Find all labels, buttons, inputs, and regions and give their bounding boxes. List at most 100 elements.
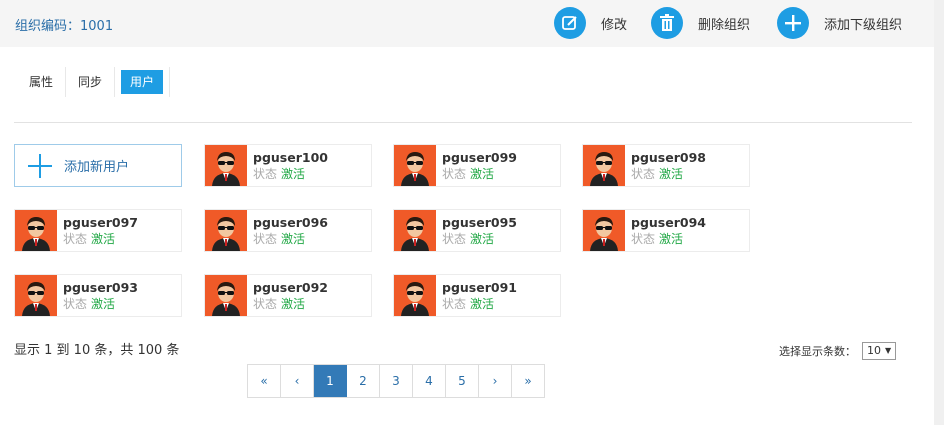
user-avatar-icon <box>205 145 247 186</box>
user-status: 状态 激活 <box>631 231 706 247</box>
user-status: 状态 激活 <box>63 296 138 312</box>
status-label: 状态 <box>442 167 467 181</box>
edit-label: 修改 <box>601 17 628 33</box>
user-card[interactable]: pguser096 状态 激活 <box>204 209 372 252</box>
user-status: 状态 激活 <box>253 231 328 247</box>
tab-properties[interactable]: 属性 <box>17 68 65 96</box>
add-sub-org-button[interactable]: 添加下级组织 <box>777 7 902 39</box>
status-label: 状态 <box>442 297 467 311</box>
user-info: pguser093 状态 激活 <box>63 275 138 316</box>
status-value: 激活 <box>659 167 684 181</box>
add-sub-org-label: 添加下级组织 <box>824 17 903 33</box>
status-value: 激活 <box>281 297 306 311</box>
user-card[interactable]: pguser097 状态 激活 <box>14 209 182 252</box>
status-value: 激活 <box>470 297 495 311</box>
status-label: 状态 <box>253 297 278 311</box>
user-avatar-icon <box>15 210 57 251</box>
plus-icon <box>777 7 809 39</box>
status-label: 状态 <box>253 232 278 246</box>
status-label: 状态 <box>63 297 88 311</box>
delete-org-label: 删除组织 <box>698 17 751 33</box>
user-name: pguser091 <box>442 280 517 295</box>
page-size-value: 10 <box>867 344 881 357</box>
user-status: 状态 激活 <box>442 166 517 182</box>
user-avatar-icon <box>15 275 57 316</box>
section-divider <box>14 122 912 123</box>
user-name: pguser096 <box>253 215 328 230</box>
page-size-control: 选择显示条数： 10 ▼ <box>779 342 897 360</box>
status-label: 状态 <box>442 232 467 246</box>
user-card[interactable]: pguser095 状态 激活 <box>393 209 561 252</box>
user-card[interactable]: pguser092 状态 激活 <box>204 274 372 317</box>
status-value: 激活 <box>91 297 116 311</box>
page-prev-button[interactable]: ‹ <box>281 365 314 397</box>
status-label: 状态 <box>63 232 88 246</box>
org-code: 组织编码：1001 <box>15 19 114 34</box>
page-first-button[interactable]: « <box>248 365 281 397</box>
user-info: pguser098 状态 激活 <box>631 145 706 186</box>
tab-divider <box>169 67 171 97</box>
user-avatar-icon <box>394 145 436 186</box>
user-name: pguser095 <box>442 215 517 230</box>
status-value: 激活 <box>281 167 306 181</box>
user-name: pguser097 <box>63 215 138 230</box>
status-value: 激活 <box>470 167 495 181</box>
tab-sync[interactable]: 同步 <box>66 68 114 96</box>
user-status: 状态 激活 <box>442 296 517 312</box>
user-status: 状态 激活 <box>63 231 138 247</box>
user-status: 状态 激活 <box>253 166 328 182</box>
tab-bar: 属性 同步 用户 <box>17 67 171 97</box>
user-avatar-icon <box>394 275 436 316</box>
user-avatar-icon <box>583 210 625 251</box>
page-2-button[interactable]: 2 <box>347 365 380 397</box>
page-5-button[interactable]: 5 <box>446 365 479 397</box>
user-info: pguser099 状态 激活 <box>442 145 517 186</box>
user-name: pguser100 <box>253 150 328 165</box>
user-name: pguser098 <box>631 150 706 165</box>
user-card[interactable]: pguser093 状态 激活 <box>14 274 182 317</box>
scrollbar-track[interactable] <box>934 0 944 425</box>
edit-icon <box>554 7 586 39</box>
page-3-button[interactable]: 3 <box>380 365 413 397</box>
tab-users[interactable]: 用户 <box>121 70 164 94</box>
status-label: 状态 <box>631 232 656 246</box>
user-name: pguser099 <box>442 150 517 165</box>
user-info: pguser091 状态 激活 <box>442 275 517 316</box>
page-size-select[interactable]: 10 ▼ <box>862 342 897 360</box>
delete-org-button[interactable]: 删除组织 <box>651 7 750 39</box>
status-value: 激活 <box>91 232 116 246</box>
user-card[interactable]: pguser091 状态 激活 <box>393 274 561 317</box>
user-info: pguser095 状态 激活 <box>442 210 517 251</box>
trash-icon <box>651 7 683 39</box>
plus-icon <box>22 148 58 184</box>
user-name: pguser094 <box>631 215 706 230</box>
user-card[interactable]: pguser099 状态 激活 <box>393 144 561 187</box>
user-card[interactable]: pguser094 状态 激活 <box>582 209 750 252</box>
status-value: 激活 <box>659 232 684 246</box>
user-info: pguser100 状态 激活 <box>253 145 328 186</box>
user-name: pguser092 <box>253 280 328 295</box>
user-name: pguser093 <box>63 280 138 295</box>
status-value: 激活 <box>281 232 306 246</box>
user-avatar-icon <box>394 210 436 251</box>
tab-divider <box>114 67 116 97</box>
user-card[interactable]: pguser100 状态 激活 <box>204 144 372 187</box>
edit-button[interactable]: 修改 <box>554 7 627 39</box>
org-header: 组织编码：1001 修改 删除组织 添加下级组织 <box>0 0 934 47</box>
status-label: 状态 <box>631 167 656 181</box>
user-info: pguser097 状态 激活 <box>63 210 138 251</box>
user-info: pguser092 状态 激活 <box>253 275 328 316</box>
page-1-button[interactable]: 1 <box>314 365 347 397</box>
user-card[interactable]: pguser098 状态 激活 <box>582 144 750 187</box>
page-size-label: 选择显示条数： <box>779 345 856 358</box>
status-value: 激活 <box>470 232 495 246</box>
page-next-button[interactable]: › <box>479 365 512 397</box>
page-4-button[interactable]: 4 <box>413 365 446 397</box>
add-user-button[interactable]: 添加新用户 <box>14 144 182 187</box>
user-status: 状态 激活 <box>253 296 328 312</box>
user-avatar-icon <box>205 210 247 251</box>
pagination: « ‹ 1 2 3 4 5 › » <box>247 364 545 398</box>
user-status: 状态 激活 <box>442 231 517 247</box>
page-last-button[interactable]: » <box>512 365 545 397</box>
user-info: pguser094 状态 激活 <box>631 210 706 251</box>
